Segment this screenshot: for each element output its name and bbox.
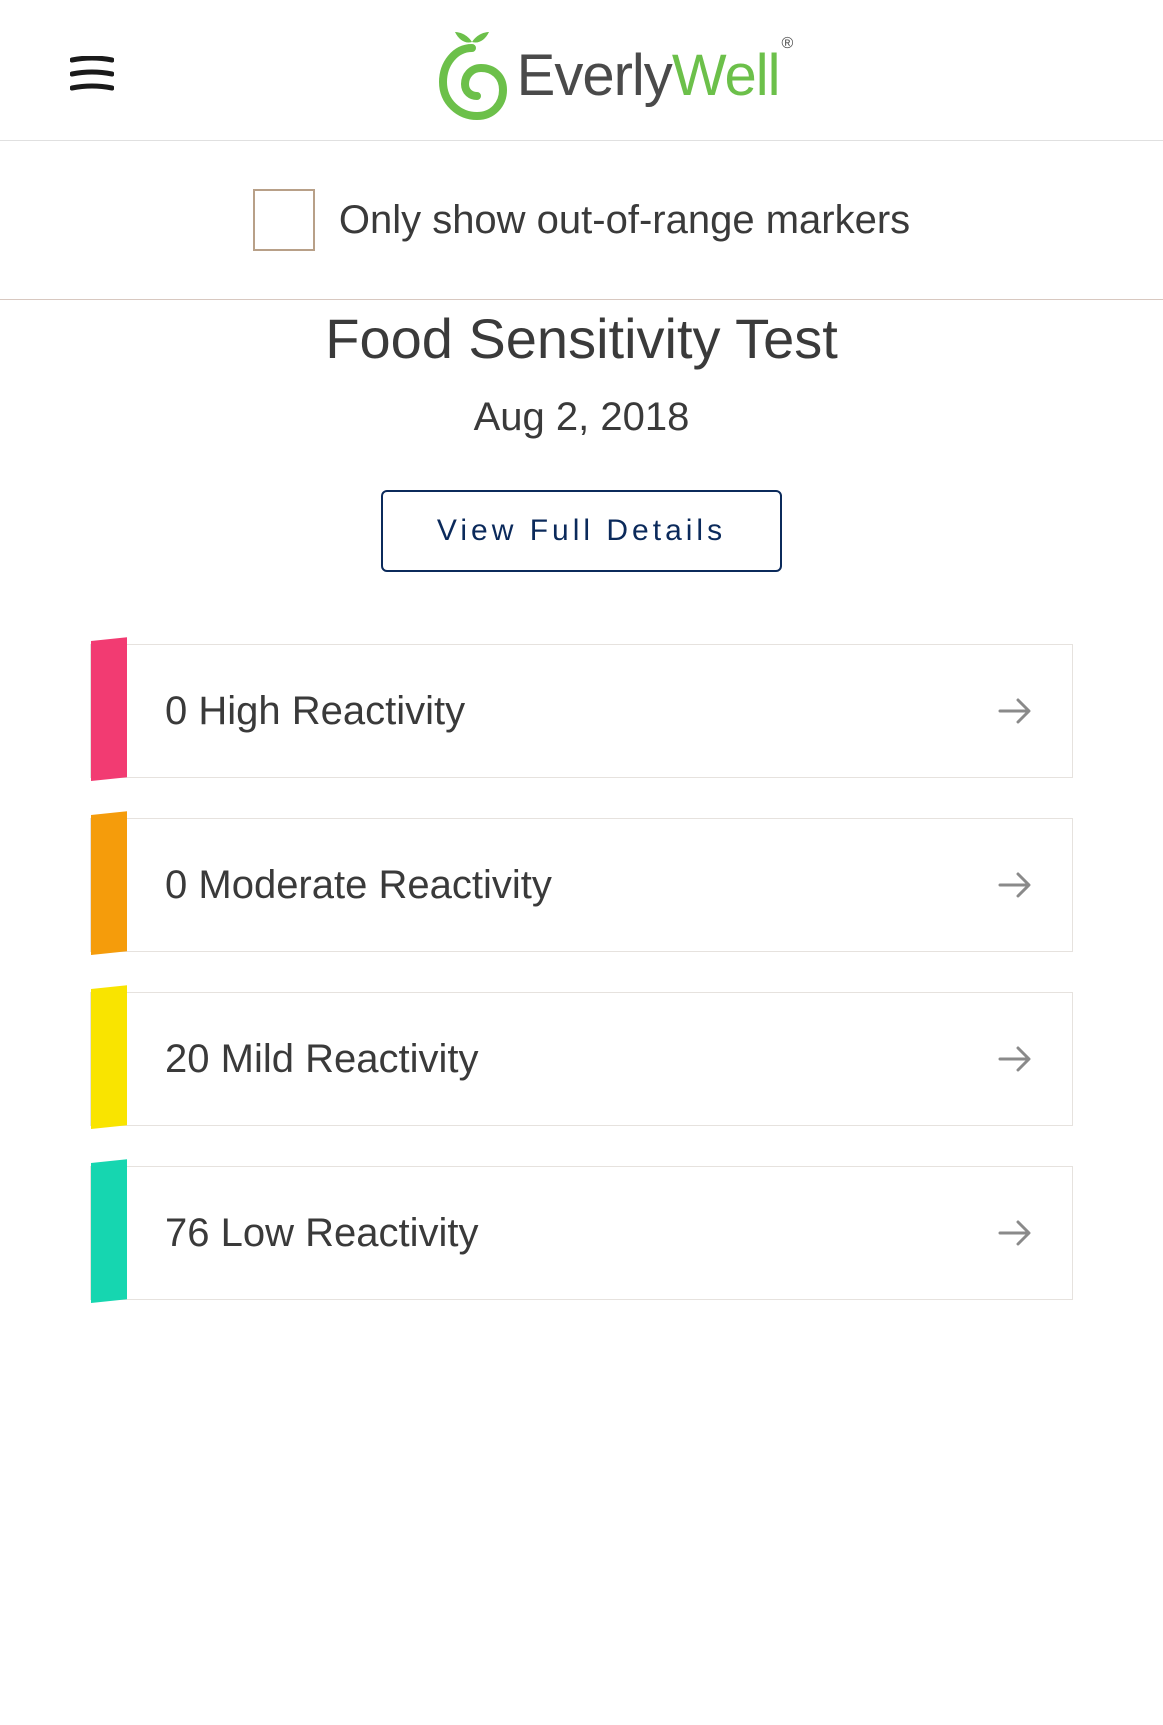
reactivity-label: 0 Moderate Reactivity <box>127 819 996 951</box>
app-header: EverlyWell® <box>0 0 1163 141</box>
reactivity-card-high[interactable]: 0 High Reactivity <box>90 644 1073 778</box>
severity-stripe <box>91 1159 127 1303</box>
out-of-range-checkbox[interactable] <box>253 189 315 251</box>
brand-name: EverlyWell® <box>517 42 791 109</box>
chevron-right-icon <box>996 993 1072 1125</box>
severity-stripe <box>91 985 127 1129</box>
reactivity-label: 76 Low Reactivity <box>127 1167 996 1299</box>
chevron-right-icon <box>996 645 1072 777</box>
hamburger-icon <box>70 56 114 92</box>
test-title: Food Sensitivity Test <box>0 306 1163 371</box>
filter-label: Only show out-of-range markers <box>339 198 910 243</box>
reactivity-card-mild[interactable]: 20 Mild Reactivity <box>90 992 1073 1126</box>
menu-button[interactable] <box>60 46 124 105</box>
view-full-details-button[interactable]: View Full Details <box>381 490 782 572</box>
chevron-right-icon <box>996 819 1072 951</box>
test-summary: Food Sensitivity Test Aug 2, 2018 View F… <box>0 300 1163 644</box>
reactivity-label: 20 Mild Reactivity <box>127 993 996 1125</box>
reactivity-card-moderate[interactable]: 0 Moderate Reactivity <box>90 818 1073 952</box>
reactivity-card-low[interactable]: 76 Low Reactivity <box>90 1166 1073 1300</box>
test-date: Aug 2, 2018 <box>0 395 1163 440</box>
severity-stripe <box>91 637 127 781</box>
filter-row: Only show out-of-range markers <box>0 141 1163 300</box>
brand-logo: EverlyWell® <box>124 30 1103 120</box>
reactivity-label: 0 High Reactivity <box>127 645 996 777</box>
logo-spiral-icon <box>437 30 507 120</box>
reactivity-list: 0 High Reactivity 0 Moderate Reactivity … <box>0 644 1163 1360</box>
chevron-right-icon <box>996 1167 1072 1299</box>
severity-stripe <box>91 811 127 955</box>
